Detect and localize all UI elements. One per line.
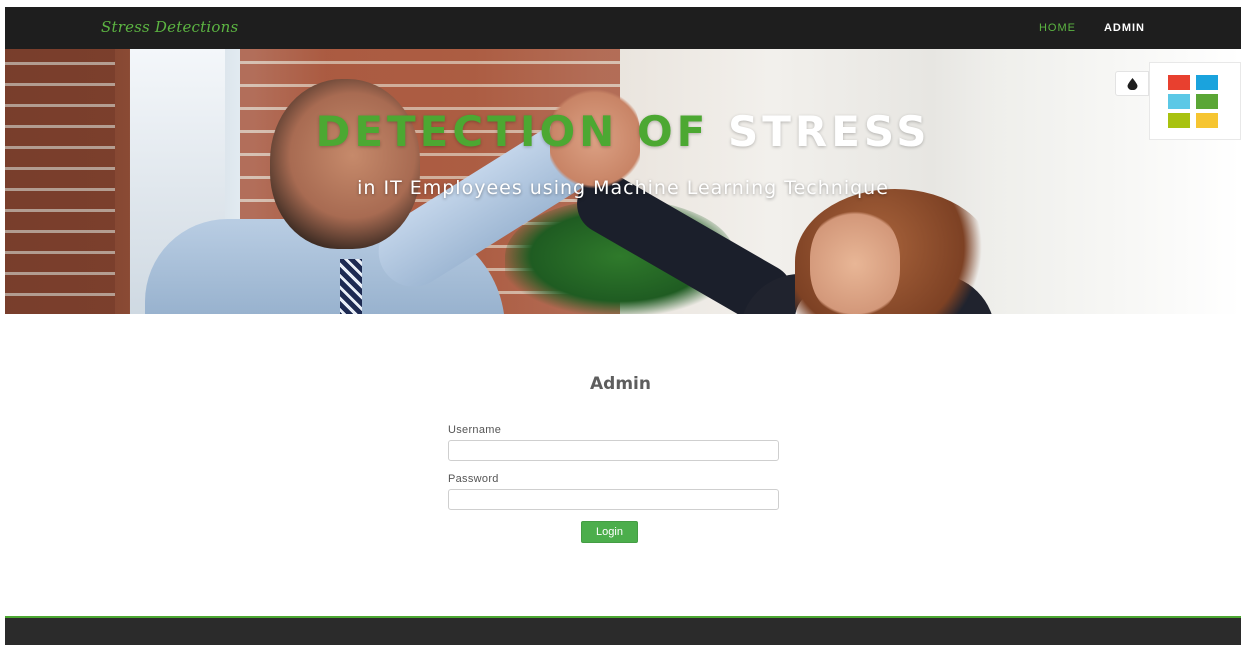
color-palette-panel bbox=[1149, 62, 1241, 140]
swatch-red[interactable] bbox=[1168, 75, 1190, 90]
brand-logo[interactable]: Stress Detections bbox=[101, 18, 238, 36]
swatch-blue[interactable] bbox=[1196, 75, 1218, 90]
hero-photo-man-head bbox=[270, 79, 420, 249]
hero-photo-woman-face bbox=[810, 209, 900, 314]
password-input[interactable] bbox=[448, 489, 779, 510]
top-navbar: Stress Detections HOME ADMIN bbox=[5, 7, 1241, 49]
droplet-icon bbox=[1127, 77, 1137, 90]
username-label: Username bbox=[448, 424, 502, 436]
login-title: Admin bbox=[590, 374, 651, 394]
swatch-cyan[interactable] bbox=[1168, 94, 1190, 109]
nav-home-link[interactable]: HOME bbox=[1039, 22, 1076, 34]
hero-banner: DETECTION OF STRESS in IT Employees usin… bbox=[5, 49, 1241, 314]
color-switcher-toggle[interactable] bbox=[1115, 71, 1149, 96]
hero-photo-tie bbox=[340, 259, 362, 314]
hero-title-part1: DETECTION OF bbox=[315, 107, 710, 156]
swatch-green[interactable] bbox=[1196, 94, 1218, 109]
swatch-yellow[interactable] bbox=[1196, 113, 1218, 128]
hero-title-part2: STRESS bbox=[727, 107, 931, 156]
login-button[interactable]: Login bbox=[581, 521, 638, 543]
username-input[interactable] bbox=[448, 440, 779, 461]
nav-links: HOME ADMIN bbox=[1039, 22, 1145, 34]
swatch-lime[interactable] bbox=[1168, 113, 1190, 128]
password-label: Password bbox=[448, 473, 499, 485]
nav-admin-link[interactable]: ADMIN bbox=[1104, 22, 1145, 34]
footer-bar bbox=[5, 616, 1241, 645]
hero-title: DETECTION OF STRESS bbox=[5, 107, 1241, 156]
hero-subtitle: in IT Employees using Machine Learning T… bbox=[357, 177, 889, 199]
